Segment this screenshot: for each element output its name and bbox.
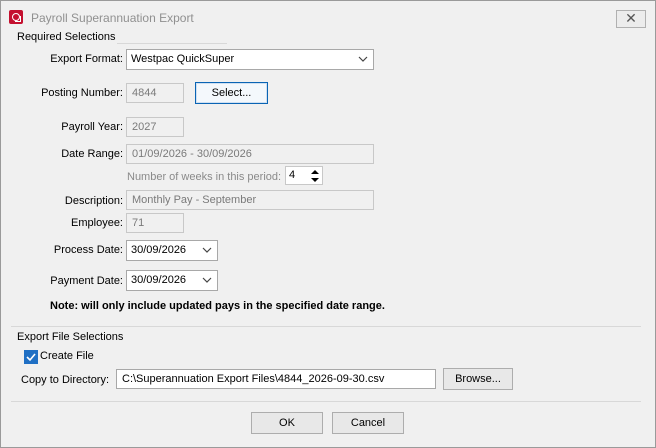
app-logo-icon — [9, 10, 23, 24]
description-field: Monthly Pay - September — [126, 190, 374, 210]
posting-number-field: 4844 — [126, 83, 184, 103]
process-date-label: Process Date: — [53, 244, 123, 256]
payroll-year-field: 2027 — [126, 117, 184, 137]
date-range-note: Note: will only include updated pays in … — [50, 300, 385, 312]
close-icon: ✕ — [625, 10, 637, 26]
description-label: Description: — [64, 195, 123, 207]
spin-arrows-icon[interactable] — [310, 168, 320, 184]
ok-button[interactable]: OK — [251, 412, 323, 434]
employee-label: Employee: — [71, 217, 123, 229]
checkmark-icon — [26, 353, 36, 362]
footer-divider — [11, 401, 641, 402]
close-button[interactable]: ✕ — [616, 10, 646, 28]
employee-field: 71 — [126, 213, 184, 233]
copy-directory-label: Copy to Directory: — [21, 374, 110, 386]
export-dialog: Payroll Superannuation Export ✕ Required… — [0, 0, 656, 448]
section-divider — [11, 326, 641, 327]
export-format-value: Westpac QuickSuper — [131, 53, 235, 65]
chevron-down-icon — [202, 277, 212, 283]
process-date-value: 30/09/2026 — [131, 244, 187, 256]
payroll-year-label: Payroll Year: — [61, 121, 123, 133]
select-button[interactable]: Select... — [195, 82, 268, 104]
export-format-select[interactable]: Westpac QuickSuper — [126, 49, 374, 70]
create-file-label[interactable]: Create File — [40, 350, 94, 362]
weeks-label: Number of weeks in this period: — [127, 171, 282, 183]
browse-button[interactable]: Browse... — [443, 368, 513, 390]
weeks-value: 4 — [289, 169, 296, 181]
process-date-picker[interactable]: 30/09/2026 — [126, 240, 218, 261]
chevron-down-icon — [358, 56, 368, 62]
payment-date-picker[interactable]: 30/09/2026 — [126, 270, 218, 291]
title-bar: Payroll Superannuation Export ✕ — [1, 1, 655, 31]
chevron-down-icon — [202, 247, 212, 253]
date-range-label: Date Range: — [61, 148, 123, 160]
payment-date-label: Payment Date: — [50, 275, 123, 287]
payment-date-value: 30/09/2026 — [131, 274, 187, 286]
date-range-field: 01/09/2026 - 30/09/2026 — [126, 144, 374, 164]
posting-number-label: Posting Number: — [41, 87, 123, 99]
create-file-checkbox[interactable] — [24, 350, 38, 364]
export-file-selections-title: Export File Selections — [17, 331, 124, 343]
directory-path-input[interactable]: C:\Superannuation Export Files\4844_2026… — [116, 369, 436, 389]
export-format-label: Export Format: — [50, 53, 123, 65]
weeks-stepper[interactable]: 4 — [285, 166, 323, 185]
window-title: Payroll Superannuation Export — [31, 11, 194, 25]
divider — [117, 43, 227, 44]
cancel-button[interactable]: Cancel — [332, 412, 404, 434]
required-selections-title: Required Selections — [17, 31, 116, 43]
